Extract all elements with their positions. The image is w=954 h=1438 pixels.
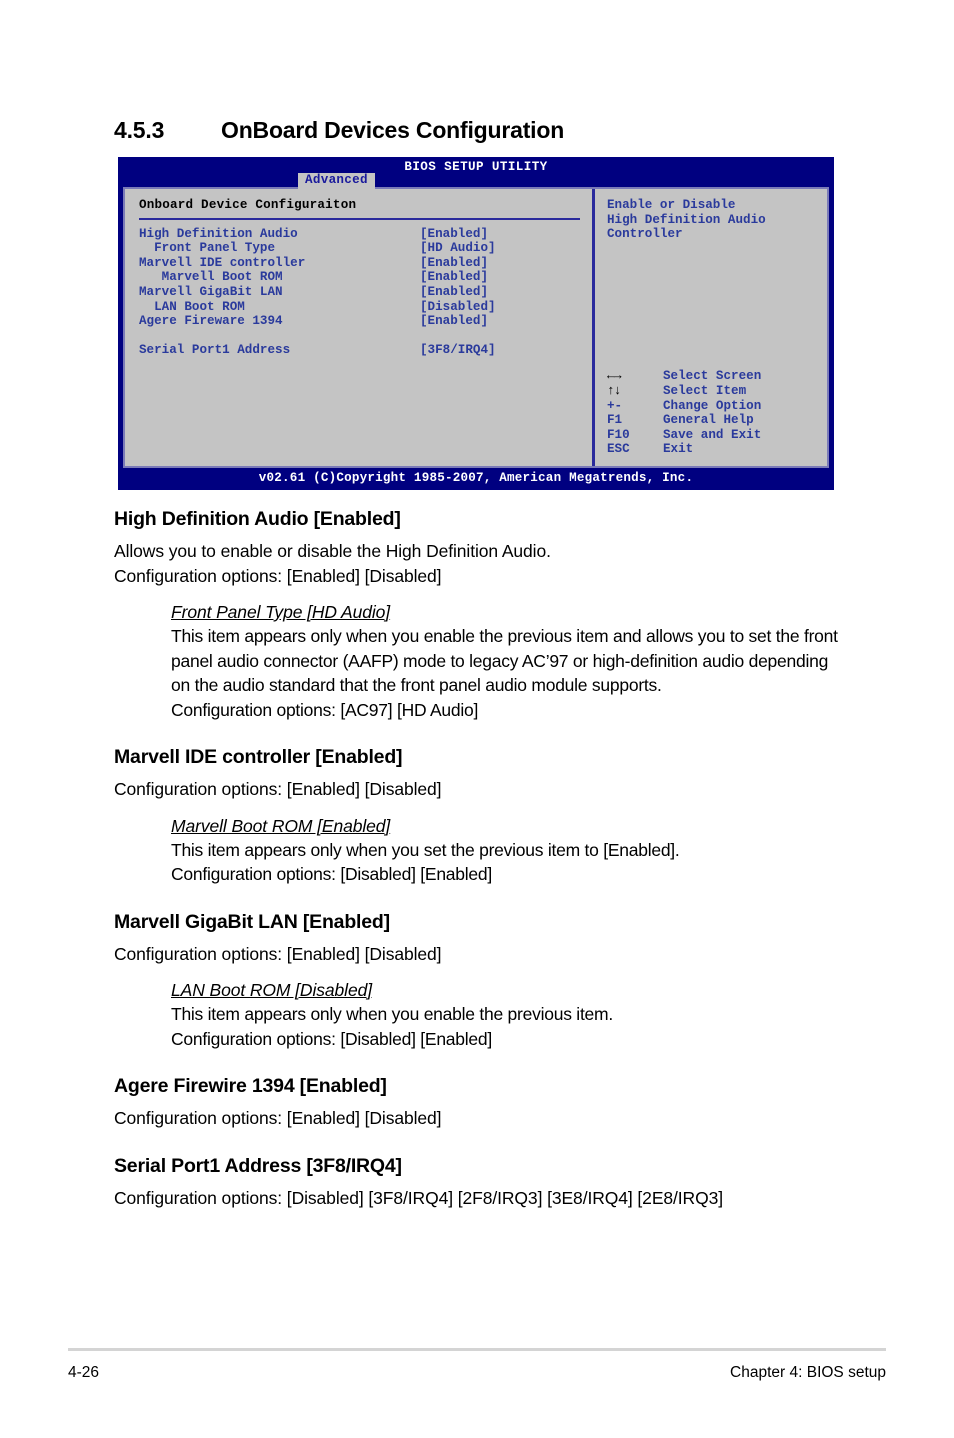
setting-description: Configuration options: [Enabled] [Disabl… [114,1108,442,1128]
sub-setting-block: Marvell Boot ROM [Enabled] This item appe… [171,816,840,887]
footer-divider [68,1348,886,1351]
bios-setting-row[interactable]: Front Panel Type [HD Audio] [139,241,592,256]
sub-setting-description: This item appears only when you enable t… [171,626,838,720]
bios-panel-title: Onboard Device Configuraiton [139,198,357,212]
bios-copyright: v02.61 (C)Copyright 1985-2007, American … [258,471,694,485]
setting-description: Configuration options: [Disabled] [3F8/I… [114,1187,723,1208]
bios-key-row: ESC Exit [607,442,761,457]
bios-setting-row[interactable]: Serial Port1 Address [3F8/IRQ4] [139,343,592,358]
setting-heading: Marvell GigaBit LAN [Enabled] [114,910,390,933]
bios-key-description: Select Item [663,384,747,399]
sub-setting-description: This item appears only when you set the … [171,839,680,885]
bios-setting-value: [3F8/IRQ4] [420,343,496,358]
bios-key-name: F10 [607,427,630,442]
bios-key-description: Exit [663,442,694,457]
bios-key-row: F10 Save and Exit [607,428,761,443]
sub-setting-heading: Front Panel Type [HD Audio] [171,602,391,622]
bios-setting-label: Marvell IDE controller [139,255,306,270]
bios-setting-value: [Enabled] [420,314,489,329]
bios-key-name: +- [607,398,623,413]
setting-description-block: High Definition Audio [Enabled] Allows yo… [114,508,840,722]
manual-page: 4.5.3 OnBoard Devices Configuration BIOS… [0,0,954,1438]
bios-footer-bar: v02.61 (C)Copyright 1985-2007, American … [118,468,834,490]
bios-body: Onboard Device Configuraiton High Defini… [123,187,829,468]
bios-help-text: Enable or Disable High Definition Audio … [607,198,766,242]
bios-setting-label: Marvell Boot ROM [139,270,283,285]
bios-setting-label [139,329,420,344]
setting-description: Configuration options: [Enabled] [Disabl… [114,779,442,799]
bios-setting-value: [Enabled] [420,226,489,241]
bios-setting-value: [Enabled] [420,284,489,299]
bios-setting-row[interactable]: Marvell GigaBit LAN [Enabled] [139,285,592,300]
setting-heading: Marvell IDE controller [Enabled] [114,746,403,768]
sub-setting-heading: LAN Boot ROM [Disabled] [171,980,372,1000]
sub-setting-block: LAN Boot ROM [Disabled] This item appears… [171,980,840,1051]
bios-key-description: Save and Exit [663,427,762,442]
setting-description-block: Marvell GigaBit LAN [Enabled] Configurati… [114,911,840,1052]
bios-key-row: ↑↓ Select Item [607,383,761,399]
setting-description-block: Marvell IDE controller [Enabled] Configur… [114,746,840,887]
bios-title-bar: BIOS SETUP UTILITY Advanced [118,157,834,189]
bios-key-description: Change Option [663,398,762,413]
setting-heading: Agere Firewire 1394 [Enabled] [114,1075,387,1097]
bios-key-name: F1 [607,413,623,428]
bios-setting-label: Serial Port1 Address [139,343,291,358]
section-heading: 4.5.3 OnBoard Devices Configuration [114,117,834,144]
bios-key-row: F1 General Help [607,413,761,428]
bios-setting-label: Marvell GigaBit LAN [139,284,283,299]
bios-setting-value: [Disabled] [420,299,496,314]
bios-key-name: ESC [607,442,630,457]
bios-setting-label: Agere Fireware 1394 [139,314,283,329]
setting-heading: Serial Port1 Address [3F8/IRQ4] [114,1154,402,1177]
setting-description: Allows you to enable or disable the High… [114,541,551,586]
bios-setting-row[interactable]: Marvell Boot ROM [Enabled] [139,270,592,285]
bios-item-list: High Definition Audio [Enabled] Front Pan… [139,227,592,358]
panel-divider [139,217,580,220]
bios-setting-row[interactable]: LAN Boot ROM [Disabled] [139,300,592,315]
bios-utility-title: BIOS SETUP UTILITY [404,160,548,174]
bios-setting-value: [Enabled] [420,255,489,270]
setting-heading: High Definition Audio [Enabled] [114,508,401,530]
bios-settings-panel: Onboard Device Configuraiton High Defini… [125,189,595,466]
bios-setting-row[interactable]: Marvell IDE controller [Enabled] [139,256,592,271]
bios-setting-label: High Definition Audio [139,226,298,241]
bios-tab-advanced[interactable]: Advanced [298,173,375,189]
bios-help-panel: Enable or Disable High Definition Audio … [595,189,827,466]
setting-description-block: Agere Firewire 1394 [Enabled] Configurati… [114,1075,840,1131]
bios-setting-label: Front Panel Type [139,241,276,256]
bios-row-spacer [139,329,592,344]
section-number: 4.5.3 [114,117,165,143]
section-title: OnBoard Devices Configuration [221,117,565,143]
sub-setting-heading: Marvell Boot ROM [Enabled] [171,815,391,836]
bios-setting-value: [Enabled] [420,270,489,285]
bios-setting-label: LAN Boot ROM [139,299,245,314]
bios-setup-screenshot: BIOS SETUP UTILITY Advanced Onboard Devi… [118,157,834,490]
bios-key-description: Select Screen [663,369,762,384]
bios-setting-value: [HD Audio] [420,241,496,256]
arrow-keys-icon: ←→ [607,368,622,384]
bios-setting-row[interactable]: High Definition Audio [Enabled] [139,227,592,242]
bios-key-description: General Help [663,413,754,428]
section-body: High Definition Audio [Enabled] Allows yo… [114,508,840,1210]
arrow-keys-icon: ↑↓ [607,383,622,399]
sub-setting-description: This item appears only when you enable t… [171,1004,613,1049]
sub-setting-block: Front Panel Type [HD Audio] This item app… [171,602,840,722]
footer-page-number: 4-26 [68,1364,100,1381]
bios-key-legend: ←→ Select Screen ↑↓ Select Item +- Change Opt… [607,369,761,457]
bios-key-row: +- Change Option [607,399,761,414]
setting-description-block: Serial Port1 Address [3F8/IRQ4] Configura… [114,1155,840,1211]
setting-description: Configuration options: [Enabled] [Disabl… [114,943,442,964]
bios-setting-row[interactable]: Agere Fireware 1394 [Enabled] [139,314,592,329]
bios-key-row: ←→ Select Screen [607,369,761,384]
footer-chapter: Chapter 4: BIOS setup [730,1364,886,1381]
